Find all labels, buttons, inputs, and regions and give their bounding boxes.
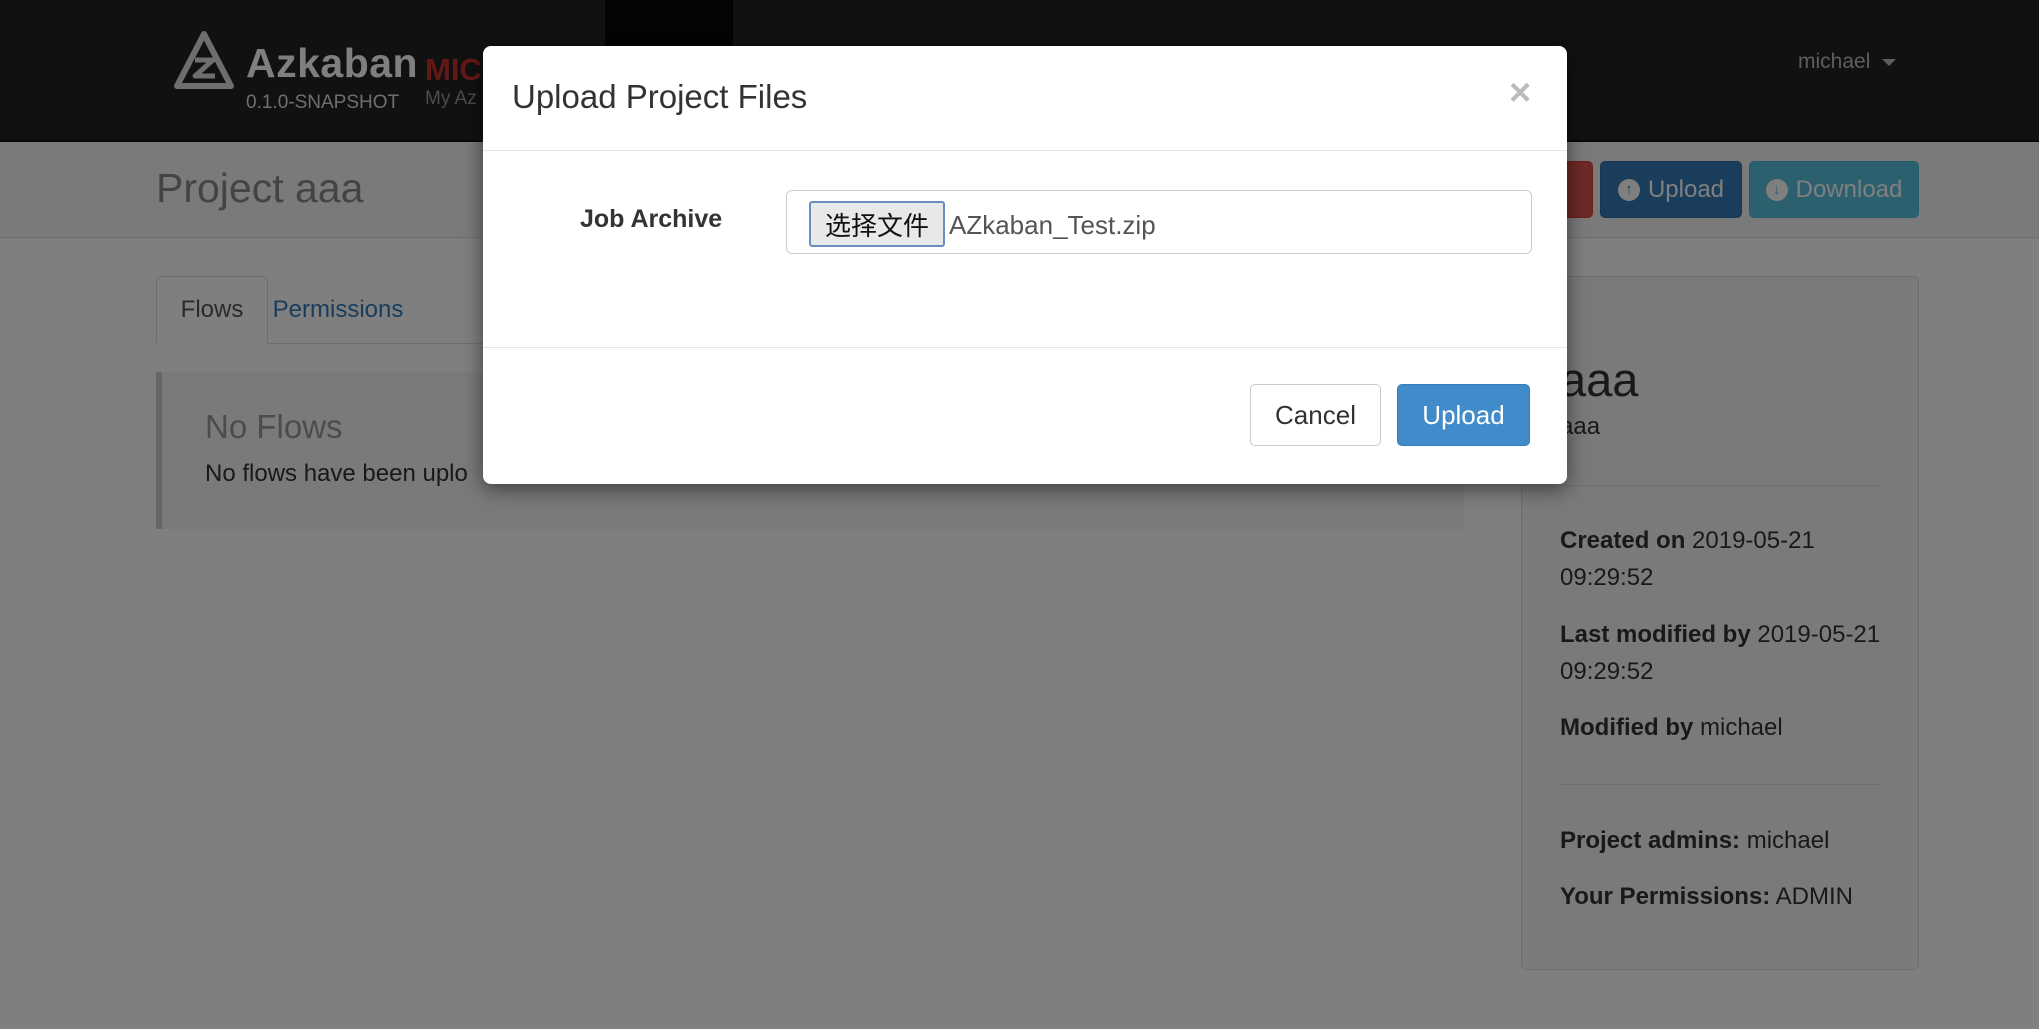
- upload-modal: Upload Project Files × Job Archive 选择文件 …: [483, 46, 1567, 484]
- choose-file-button[interactable]: 选择文件: [809, 201, 945, 247]
- cancel-button[interactable]: Cancel: [1250, 384, 1381, 446]
- modal-title: Upload Project Files: [512, 78, 808, 115]
- close-icon[interactable]: ×: [1509, 74, 1531, 112]
- job-archive-label: Job Archive: [580, 205, 723, 233]
- upload-button[interactable]: Upload: [1397, 384, 1530, 446]
- modal-header-divider: [483, 150, 1567, 151]
- selected-file-name: AZkaban_Test.zip: [949, 210, 1156, 240]
- job-archive-file-input[interactable]: 选择文件 AZkaban_Test.zip: [786, 190, 1532, 254]
- modal-footer-divider: [483, 347, 1567, 348]
